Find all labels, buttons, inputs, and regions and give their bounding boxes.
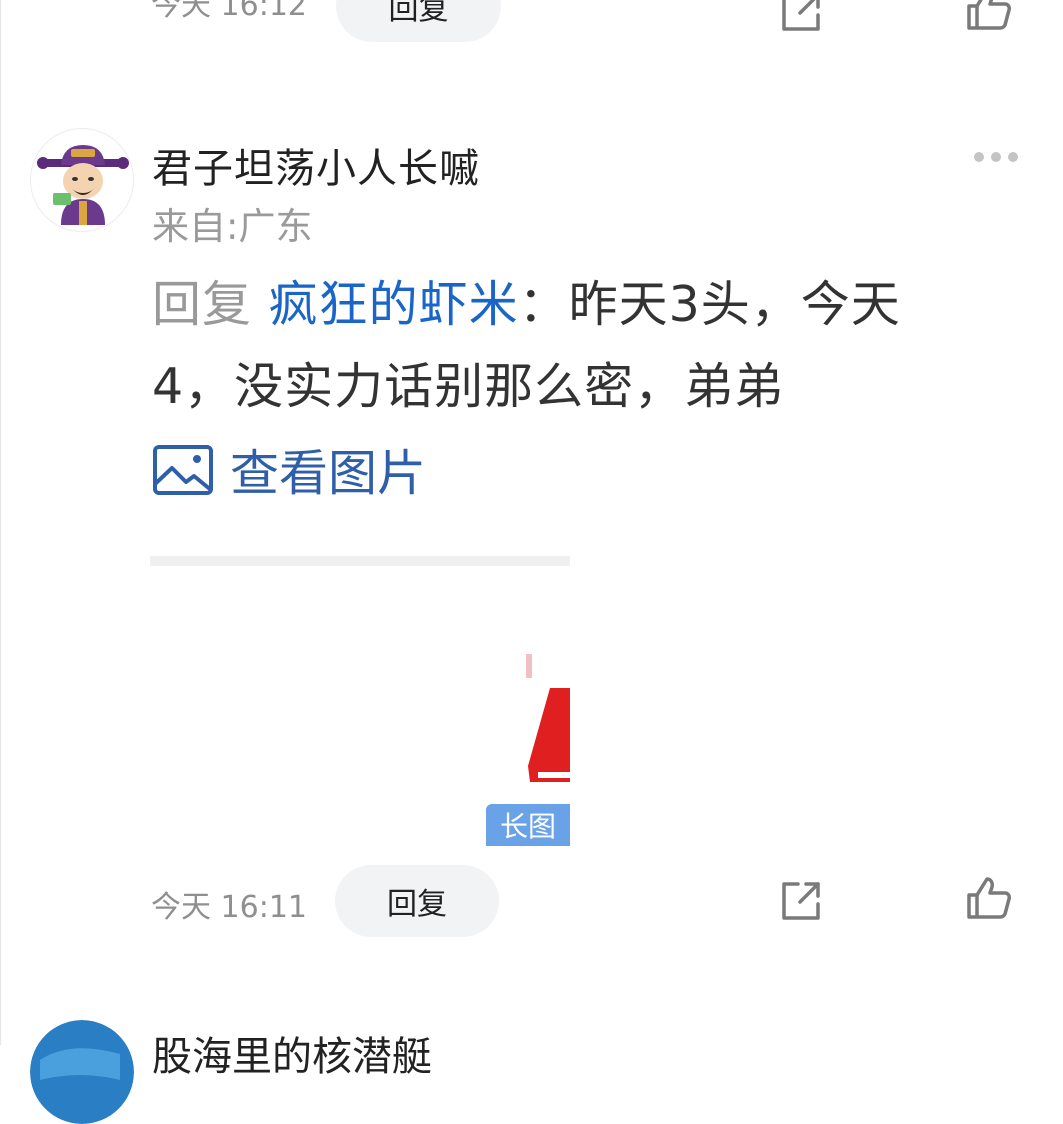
comment-content: 回复 疯狂的虾米：昨天3头，今天4，没实力话别那么密，弟弟: [152, 264, 922, 428]
reply-label: 回复: [387, 887, 447, 922]
previous-share-icon[interactable]: [777, 0, 825, 36]
image-icon: [153, 444, 213, 495]
share-icon[interactable]: [777, 877, 825, 925]
comment-username[interactable]: 君子坦荡小人长嘁: [152, 136, 480, 194]
comment-image-thumbnail[interactable]: 长图: [150, 556, 570, 846]
next-comment-username[interactable]: 股海里的核潜艇: [152, 1024, 432, 1082]
thumbnail-red-graphic: [526, 654, 570, 782]
thumbs-up-icon[interactable]: [965, 875, 1013, 923]
view-image-label: 查看图片: [230, 445, 427, 502]
mention-link[interactable]: 疯狂的虾米: [269, 276, 519, 333]
previous-reply-label: 回复: [388, 0, 449, 27]
avatar-image: [37, 145, 129, 225]
previous-like-icon[interactable]: [965, 0, 1013, 34]
more-dots-icon[interactable]: [971, 133, 1021, 181]
previous-reply-button[interactable]: 回复: [336, 0, 501, 42]
thumbnail-top-strip: [150, 556, 570, 566]
reply-button[interactable]: 回复: [335, 865, 499, 937]
next-avatar-image: [30, 1020, 134, 1124]
comment-location: 来自:广东: [152, 205, 313, 248]
reply-prefix: 回复: [152, 276, 269, 333]
long-image-badge: 长图: [486, 804, 570, 846]
view-image-link[interactable]: 查看图片: [152, 434, 426, 505]
next-comment-avatar[interactable]: [30, 1020, 134, 1124]
previous-comment-time: 今天 16:12: [151, 0, 307, 23]
comment-time: 今天 16:11: [151, 890, 307, 925]
avatar[interactable]: [30, 128, 134, 232]
